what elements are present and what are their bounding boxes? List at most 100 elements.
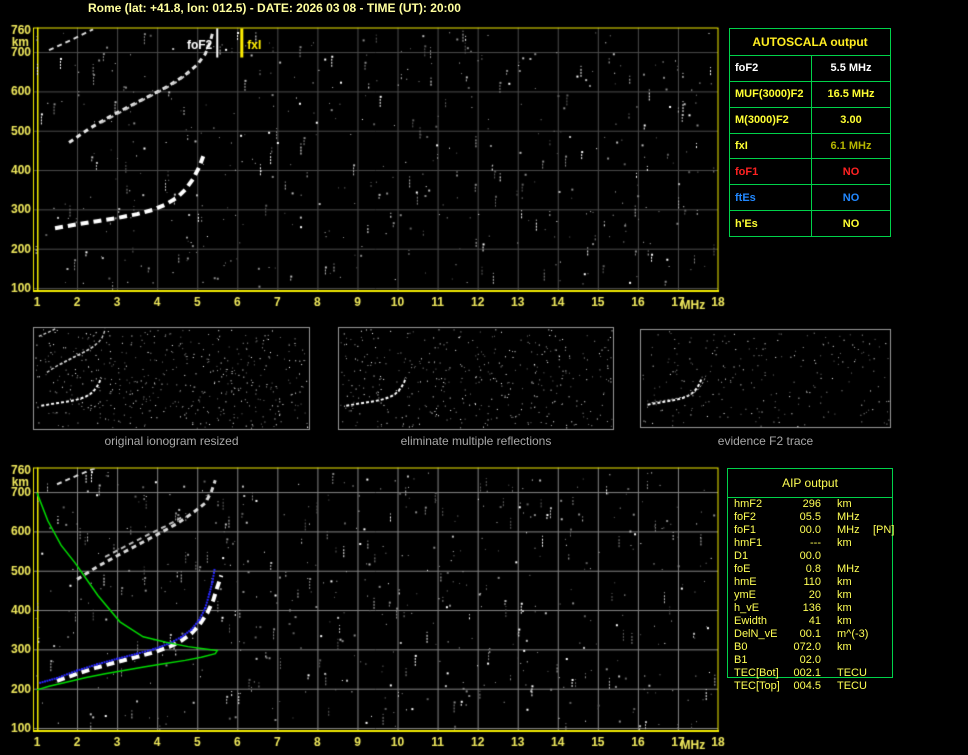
- autoscala-table-body: foF2 5.5 MHz MUF(3000)F2 16.5 MHz M(3000)F2 3…: [730, 55, 890, 237]
- aip-row-note: [867, 563, 892, 576]
- aip-row-unit: m^(-3): [837, 628, 869, 640]
- aip-row-unit: km: [837, 602, 852, 614]
- aip-row-hmF2: hmF2 296 km: [728, 498, 892, 511]
- autoscala-row-value: 5.5 MHz: [830, 62, 872, 75]
- aip-row-unit: km: [837, 576, 852, 588]
- aip-row-note: [867, 602, 892, 615]
- aip-row-label: h_vE: [734, 602, 760, 614]
- aip-row-unit: km: [837, 615, 852, 627]
- autoscala-row-foF2: foF2 5.5 MHz: [730, 55, 890, 81]
- aip-row-unit: MHz: [837, 511, 860, 523]
- aip-row-value: 002.1: [793, 667, 821, 679]
- aip-row-value: 00.0: [799, 524, 821, 536]
- autoscala-row-label: MUF(3000)F2: [730, 81, 812, 107]
- autoscala-table-header: AUTOSCALA output: [752, 35, 868, 49]
- aip-row-unit: km: [837, 641, 852, 653]
- aip-row-ymE: ymE 20 km: [728, 589, 892, 602]
- aip-output-table: AIP output hmF2 296 km foF2 05.5 MHz foF1 00.0 M…: [727, 468, 894, 692]
- aip-row-value: 072.0: [793, 641, 821, 653]
- autoscala-row-value: NO: [842, 191, 860, 204]
- aip-row-note: [867, 511, 892, 524]
- aip-row-label: foF1: [734, 524, 757, 536]
- aip-row-note: [867, 550, 892, 563]
- aip-row-note: [867, 576, 892, 589]
- aip-row-label: B0: [734, 641, 748, 653]
- aip-row-foE: foE 0.8 MHz: [728, 563, 892, 576]
- aip-row-h_vE: h_vE 136 km: [728, 602, 892, 615]
- aip-row-label: D1: [734, 550, 749, 562]
- aip-row-label: foE: [734, 563, 751, 575]
- autoscala-output-table: AUTOSCALA output foF2 5.5 MHz MUF(3000)F2 1…: [729, 28, 891, 237]
- aip-row-value: 20: [808, 589, 821, 601]
- aip-row-label: ymE: [734, 589, 756, 601]
- aip-row-unit: km: [837, 537, 852, 549]
- aip-row-value: 110: [803, 576, 821, 588]
- aip-row-hmE: hmE 110 km: [728, 576, 892, 589]
- aip-row-B1: B1 02.0: [728, 654, 892, 667]
- autoscala-row-fxI: fxI 6.1 MHz: [730, 132, 890, 159]
- aip-row-note: [867, 537, 892, 550]
- autoscala-row-foF1: foF1 NO: [730, 158, 890, 185]
- autoscala-row-value: 3.00: [840, 114, 862, 127]
- aip-row-label: DelN_vE: [734, 628, 778, 640]
- autoscala-row-label: ftEs: [730, 185, 812, 211]
- aip-row-value: 0.8: [805, 563, 821, 575]
- aip-row-note: [PN]: [873, 524, 895, 536]
- autoscala-row-label: foF2: [730, 56, 812, 81]
- autoscala-row-label: fxI: [730, 133, 812, 159]
- aip-row-label: Ewidth: [734, 615, 768, 627]
- autoscala-row-M(3000)F2: M(3000)F2 3.00: [730, 106, 890, 133]
- aip-row-label: hmE: [734, 576, 757, 588]
- aip-row-Ewidth: Ewidth 41 km: [728, 615, 892, 628]
- aip-row-unit: [821, 550, 867, 563]
- aip-row-unit: TECU: [837, 667, 867, 679]
- aip-row-note: [867, 654, 892, 667]
- aip-row-unit: km: [837, 589, 852, 601]
- aip-row-TEC[Top]: TEC[Top] 004.5 TECU: [728, 680, 892, 693]
- thumb-caption-f2-trace: evidence F2 trace: [717, 434, 814, 448]
- autoscala-row-value: 16.5 MHz: [827, 88, 875, 101]
- aip-row-foF1: foF1 00.0 MHz [PN]: [728, 524, 895, 537]
- aip-row-note: [867, 628, 892, 641]
- autoscala-row-ftEs: ftEs NO: [730, 184, 890, 211]
- aip-row-label: hmF2: [734, 498, 763, 510]
- autoscala-row-label: h'Es: [730, 211, 812, 237]
- autoscala-row-h'Es: h'Es NO: [730, 210, 890, 237]
- aip-table-header: AIP output: [728, 469, 892, 498]
- aip-row-value: 004.5: [793, 680, 821, 692]
- station-title: Rome (lat: +41.8, lon: 012.5) - DATE: 20…: [88, 1, 461, 15]
- aip-row-label: foF2: [734, 511, 757, 523]
- aip-row-value: 41: [808, 615, 821, 627]
- aip-row-label: TEC[Bot]: [734, 667, 779, 679]
- aip-row-value: ---: [810, 537, 821, 549]
- aip-row-note: [867, 615, 892, 628]
- aip-row-note: [867, 589, 892, 602]
- aip-row-value: 136: [802, 602, 821, 614]
- autoscala-row-MUF(3000)F2: MUF(3000)F2 16.5 MHz: [730, 80, 890, 107]
- thumb-caption-multiples: eliminate multiple reflections: [400, 434, 552, 448]
- aip-row-note: [867, 680, 892, 693]
- aip-row-value: 02.0: [799, 654, 821, 666]
- aip-row-label: B1: [734, 654, 748, 666]
- aip-row-hmF1: hmF1 --- km: [728, 537, 892, 550]
- aip-row-unit: TECU: [837, 680, 867, 692]
- aip-row-foF2: foF2 05.5 MHz: [728, 511, 892, 524]
- autoscala-row-label: M(3000)F2: [730, 107, 812, 133]
- aip-row-value: 00.0: [799, 550, 821, 562]
- aip-row-label: hmF1: [734, 537, 763, 549]
- aip-row-note: [867, 498, 892, 511]
- aip-row-B0: B0 072.0 km: [728, 641, 892, 654]
- autoscala-row-label: foF1: [730, 159, 812, 185]
- aip-row-unit: km: [837, 498, 852, 510]
- aip-row-DelN_vE: DelN_vE 00.1 m^(-3): [728, 628, 892, 641]
- aip-row-unit: MHz: [837, 524, 860, 536]
- aip-table-body: hmF2 296 km foF2 05.5 MHz foF1 00.0 MHz [PN] hmF1 -…: [728, 498, 895, 693]
- aip-row-TEC[Bot]: TEC[Bot] 002.1 TECU: [728, 667, 892, 680]
- aip-row-unit: MHz: [837, 563, 860, 575]
- aip-row-note: [867, 667, 892, 680]
- autoscala-window: Rome (lat: +41.8, lon: 012.5) - DATE: 20…: [0, 0, 968, 755]
- aip-row-value: 05.5: [799, 511, 821, 523]
- thumb-caption-original: original ionogram resized: [104, 434, 239, 448]
- aip-row-label: TEC[Top]: [734, 680, 780, 692]
- aip-row-note: [867, 641, 892, 654]
